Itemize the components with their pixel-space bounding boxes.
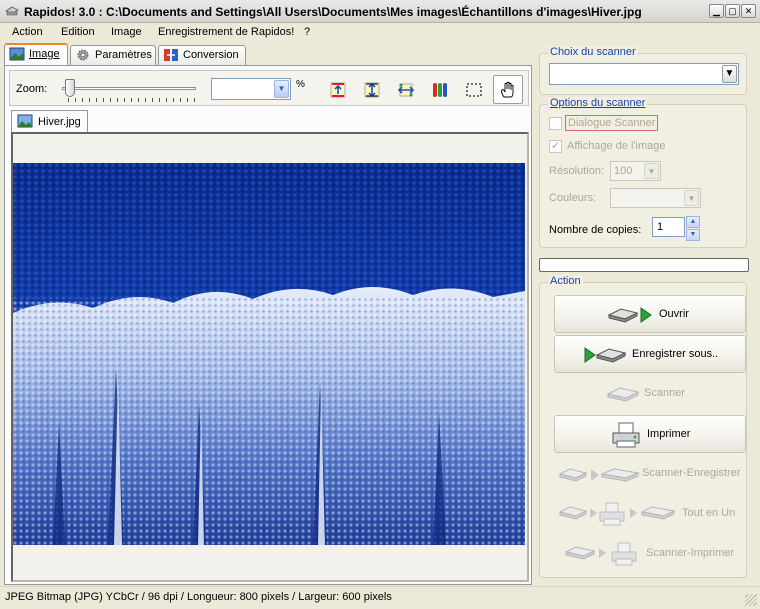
zoom-label: Zoom: — [16, 83, 48, 95]
tab-parametres[interactable]: Paramètres — [70, 45, 156, 65]
tab-image[interactable]: Image — [4, 43, 68, 65]
menu-registration[interactable]: Enregistrement de Rapidos! — [158, 26, 294, 38]
scan-save-button[interactable]: Scanner-Enregistrer — [554, 455, 746, 493]
scan-button[interactable]: Scanner — [554, 375, 746, 413]
menu-edition[interactable]: Edition — [61, 26, 95, 38]
scan-save-icon — [558, 468, 640, 482]
save-as-label: Enregistrer sous.. — [632, 348, 719, 360]
open-label: Ouvrir — [659, 308, 689, 320]
zoom-slider-track[interactable] — [62, 87, 196, 90]
scanner-icon — [606, 387, 640, 402]
all-in-one-label: Tout en Un — [682, 507, 736, 519]
tab-conversion[interactable]: Conversion — [158, 45, 246, 65]
all-in-one-icon — [558, 502, 676, 526]
selection-icon — [466, 82, 482, 97]
menu-image[interactable]: Image — [111, 26, 142, 38]
tab-image-label: Image — [29, 48, 60, 60]
scan-label: Scanner — [644, 387, 685, 399]
copies-value: 1 — [657, 221, 664, 233]
status-bar: JPEG Bitmap (JPG) YCbCr / 96 dpi / Longu… — [0, 586, 760, 609]
save-as-button[interactable]: Enregistrer sous.. — [554, 335, 746, 373]
image-panel: Zoom: ▼ % Hiver.jpg — [4, 65, 532, 585]
menu-action[interactable]: Action — [12, 26, 43, 38]
all-in-one-button[interactable]: Tout en Un — [554, 495, 746, 533]
dialog-scanner-label: Dialogue Scanner — [565, 115, 659, 131]
colors-label: Couleurs: — [549, 192, 597, 204]
right-panel: Choix du scanner ▼ Options du scanner Di… — [533, 43, 758, 585]
scan-print-label: Scanner-Imprimer — [646, 547, 735, 559]
color-bars-button[interactable] — [425, 75, 455, 104]
image-viewport[interactable] — [11, 132, 529, 582]
hand-button[interactable] — [493, 75, 523, 104]
resize-grip-icon[interactable] — [745, 594, 757, 606]
chevron-down-icon[interactable]: ▼ — [644, 163, 659, 179]
gear-icon — [77, 49, 89, 61]
winter-forest-photo — [13, 163, 525, 545]
status-text: JPEG Bitmap (JPG) YCbCr / 96 dpi / Longu… — [5, 591, 392, 603]
selection-button[interactable] — [459, 75, 489, 104]
toolbar: Zoom: ▼ % — [9, 70, 529, 106]
scanner-choice-title: Choix du scanner — [548, 46, 638, 58]
hand-icon — [501, 81, 514, 97]
chevron-down-icon[interactable]: ▼ — [274, 80, 289, 98]
resolution-value: 100 — [614, 165, 633, 177]
copies-up-icon[interactable]: ▲ — [686, 216, 700, 228]
scan-save-label: Scanner-Enregistrer — [642, 467, 741, 479]
display-image-label: Affichage de l'image — [567, 140, 666, 152]
color-bars-icon — [433, 82, 447, 97]
copies-label: Nombre de copies: — [549, 224, 642, 236]
maximize-icon[interactable]: ▢ — [725, 4, 740, 18]
chevron-down-icon[interactable]: ▼ — [722, 65, 737, 83]
action-group: Action Ouvrir Enregistrer sous.. Scanner — [539, 275, 747, 578]
print-label: Imprimer — [647, 428, 691, 440]
zoom-slider-thumb[interactable] — [65, 79, 75, 97]
print-button[interactable]: Imprimer — [554, 415, 746, 453]
app-scanner-icon — [5, 6, 19, 16]
document-tab[interactable]: Hiver.jpg — [11, 110, 88, 132]
zoom-combo[interactable]: ▼ — [211, 78, 291, 100]
fit-height-icon — [364, 82, 380, 97]
progress-bar — [539, 258, 749, 272]
tab-conversion-label: Conversion — [183, 49, 239, 61]
minimize-icon[interactable]: ▁ — [709, 4, 724, 18]
scanner-select[interactable]: ▼ — [549, 63, 739, 85]
fit-width-icon — [330, 82, 346, 97]
window-title: Rapidos! 3.0 : C:\Documents and Settings… — [24, 5, 642, 19]
open-button[interactable]: Ouvrir — [554, 295, 746, 333]
copies-input[interactable]: 1 — [652, 217, 685, 237]
scanner-options-title: Options du scanner — [548, 97, 648, 109]
title-bar: Rapidos! 3.0 : C:\Documents and Settings… — [0, 0, 760, 23]
scan-print-icon — [564, 542, 637, 566]
fit-width-button[interactable] — [323, 75, 353, 104]
image-icon — [9, 47, 25, 61]
document-tab-label: Hiver.jpg — [38, 116, 81, 128]
zoom-slider-ticks — [68, 98, 198, 102]
tab-parametres-label: Paramètres — [95, 49, 152, 61]
percent-label: % — [296, 79, 305, 90]
close-icon[interactable]: ✕ — [741, 4, 756, 18]
fit-page-icon — [397, 83, 415, 96]
open-scanner-icon — [607, 307, 652, 323]
scanner-choice-group: Choix du scanner ▼ — [539, 46, 747, 95]
fit-page-button[interactable] — [391, 75, 421, 104]
menu-help[interactable]: ? — [304, 26, 310, 38]
resolution-label: Résolution: — [549, 165, 605, 177]
copies-down-icon[interactable]: ▼ — [686, 229, 700, 241]
convert-icon — [164, 49, 178, 61]
fit-height-button[interactable] — [357, 75, 387, 104]
save-scanner-icon — [584, 347, 627, 363]
image-file-icon — [17, 114, 33, 128]
dialog-scanner-checkbox[interactable] — [549, 117, 562, 130]
printer-icon — [612, 422, 640, 448]
scanner-options-group: Options du scanner Dialogue Scanner Affi… — [539, 97, 747, 248]
scan-print-button[interactable]: Scanner-Imprimer — [554, 535, 746, 573]
display-image-checkbox[interactable] — [549, 139, 562, 153]
chevron-down-icon[interactable]: ▼ — [684, 190, 699, 206]
menu-bar: Action Edition Image Enregistrement de R… — [0, 23, 760, 43]
action-title: Action — [548, 275, 583, 287]
resolution-select[interactable]: 100 ▼ — [610, 161, 661, 181]
colors-select[interactable]: ▼ — [610, 188, 701, 208]
